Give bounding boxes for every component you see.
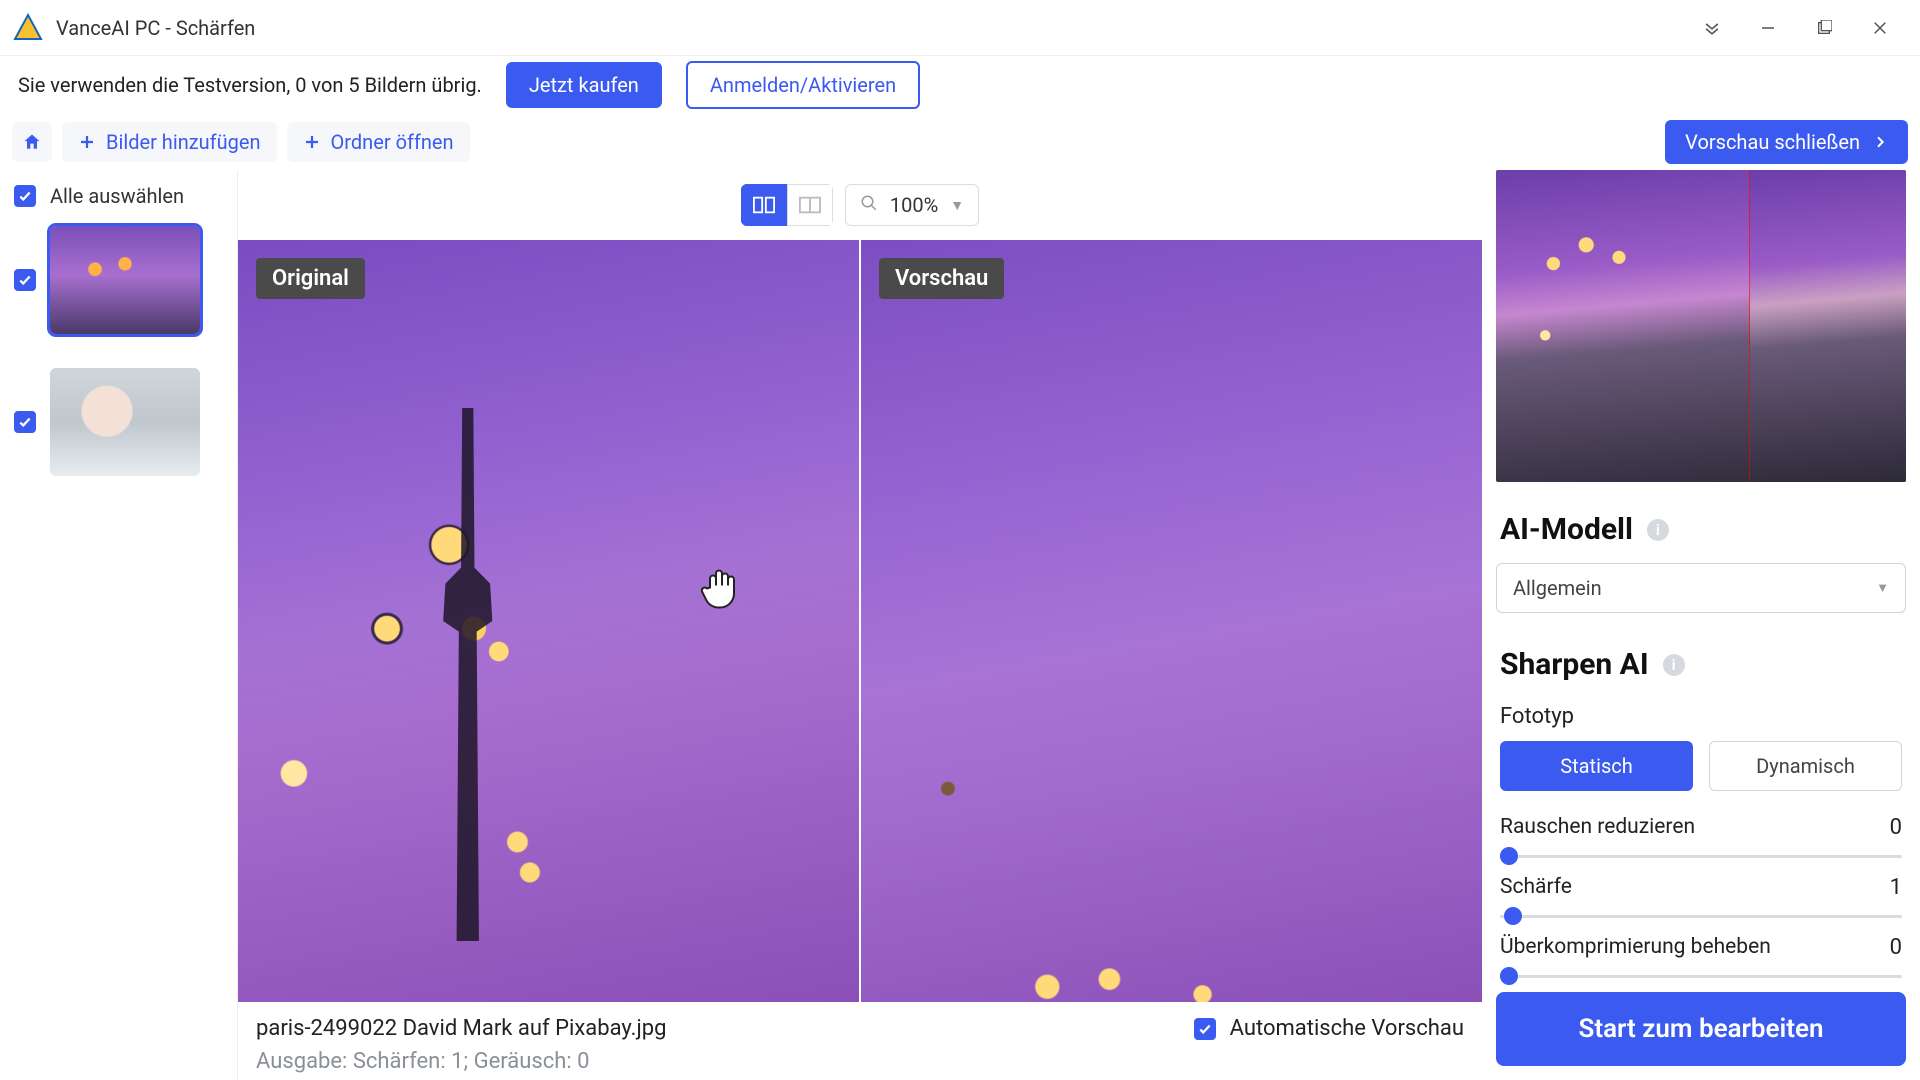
output-info: Ausgabe: Schärfen: 1; Geräusch: 0 [238, 1049, 1482, 1080]
app-logo-icon [12, 12, 44, 44]
thumbnail-panel: Alle auswählen [0, 170, 238, 1080]
original-tag: Original [256, 258, 365, 299]
minimize-button[interactable] [1740, 8, 1796, 48]
overcompression-slider[interactable]: 0 [1500, 963, 1902, 989]
ai-model-title: AI-Modell [1500, 512, 1633, 547]
side-by-side-button[interactable] [741, 184, 787, 226]
add-images-label: Bilder hinzufügen [106, 130, 261, 154]
auto-preview-toggle[interactable]: Automatische Vorschau [1194, 1016, 1464, 1041]
info-icon[interactable]: i [1647, 519, 1669, 541]
preview-pane[interactable]: Vorschau [861, 240, 1482, 1002]
close-preview-label: Vorschau schließen [1685, 130, 1860, 154]
compare-view[interactable]: Original Vorschau [238, 240, 1482, 1002]
thumbnail-image[interactable] [50, 226, 200, 334]
sharpness-value: 1 [1890, 875, 1902, 900]
zoom-icon [860, 194, 878, 217]
close-button[interactable] [1852, 8, 1908, 48]
overcompression-label: Überkomprimierung beheben [1500, 935, 1902, 959]
thumbnail-checkbox[interactable] [14, 411, 36, 433]
split-view-button[interactable] [787, 184, 833, 226]
info-icon[interactable]: i [1663, 654, 1685, 676]
thumbnail-checkbox[interactable] [14, 269, 36, 291]
filename-label: paris-2499022 David Mark auf Pixabay.jpg [256, 1016, 666, 1041]
open-folder-button[interactable]: Ordner öffnen [287, 122, 470, 162]
add-images-button[interactable]: Bilder hinzufügen [62, 122, 277, 162]
home-button[interactable] [12, 122, 52, 162]
settings-panel: AI-Modell i Allgemein ▼ Sharpen AI i Fot… [1482, 170, 1920, 1080]
action-bar: Bilder hinzufügen Ordner öffnen Vorschau… [0, 114, 1920, 170]
login-activate-button[interactable]: Anmelden/Aktivieren [686, 61, 920, 109]
sharpness-slider[interactable]: 1 [1500, 903, 1902, 929]
start-edit-button[interactable]: Start zum bearbeiten [1496, 992, 1906, 1066]
sharpen-title: Sharpen AI [1500, 647, 1649, 682]
thumbnail-image[interactable] [50, 368, 200, 476]
view-controls: 100% ▼ [238, 170, 1482, 240]
thumbnail-row[interactable] [14, 368, 223, 476]
photo-type-static-button[interactable]: Statisch [1500, 741, 1693, 791]
zoom-value: 100% [890, 193, 938, 217]
photo-type-dynamic-button[interactable]: Dynamisch [1709, 741, 1902, 791]
overcompression-value: 0 [1890, 935, 1902, 960]
select-all-checkbox[interactable] [14, 185, 36, 207]
mini-preview[interactable] [1496, 170, 1906, 482]
select-all-row[interactable]: Alle auswählen [14, 184, 223, 208]
caret-down-icon: ▼ [950, 197, 964, 214]
app-title: VanceAI PC - Schärfen [56, 16, 255, 40]
ai-model-dropdown[interactable]: Allgemein ▼ [1496, 563, 1906, 613]
preview-area: 100% ▼ Original Vorschau paris-2499022 D… [238, 170, 1482, 1080]
sharpness-label: Schärfe [1500, 875, 1902, 899]
ai-model-value: Allgemein [1513, 576, 1602, 600]
select-all-label: Alle auswählen [50, 184, 184, 208]
zoom-control[interactable]: 100% ▼ [845, 184, 979, 226]
noise-reduce-value: 0 [1890, 815, 1902, 840]
original-pane[interactable]: Original [238, 240, 859, 1002]
noise-reduce-slider[interactable]: 0 [1500, 843, 1902, 869]
trial-bar: Sie verwenden die Testversion, 0 von 5 B… [0, 56, 1920, 114]
photo-type-label: Fototyp [1500, 704, 1902, 729]
auto-preview-label: Automatische Vorschau [1230, 1016, 1464, 1041]
maximize-button[interactable] [1796, 8, 1852, 48]
close-preview-button[interactable]: Vorschau schließen [1665, 120, 1908, 164]
titlebar: VanceAI PC - Schärfen [0, 0, 1920, 56]
open-folder-label: Ordner öffnen [331, 130, 454, 154]
mini-preview-crop[interactable] [1750, 170, 1906, 482]
chevron-down-double-icon[interactable] [1684, 8, 1740, 48]
auto-preview-checkbox[interactable] [1194, 1018, 1216, 1040]
image-content [412, 408, 524, 941]
preview-tag: Vorschau [879, 258, 1004, 299]
compare-mode-segment [741, 184, 833, 226]
caret-down-icon: ▼ [1876, 580, 1889, 596]
buy-now-button[interactable]: Jetzt kaufen [506, 62, 662, 108]
thumbnail-row[interactable] [14, 226, 223, 334]
pan-cursor-icon [700, 563, 744, 618]
trial-message: Sie verwenden die Testversion, 0 von 5 B… [18, 73, 482, 97]
noise-reduce-label: Rauschen reduzieren [1500, 815, 1902, 839]
